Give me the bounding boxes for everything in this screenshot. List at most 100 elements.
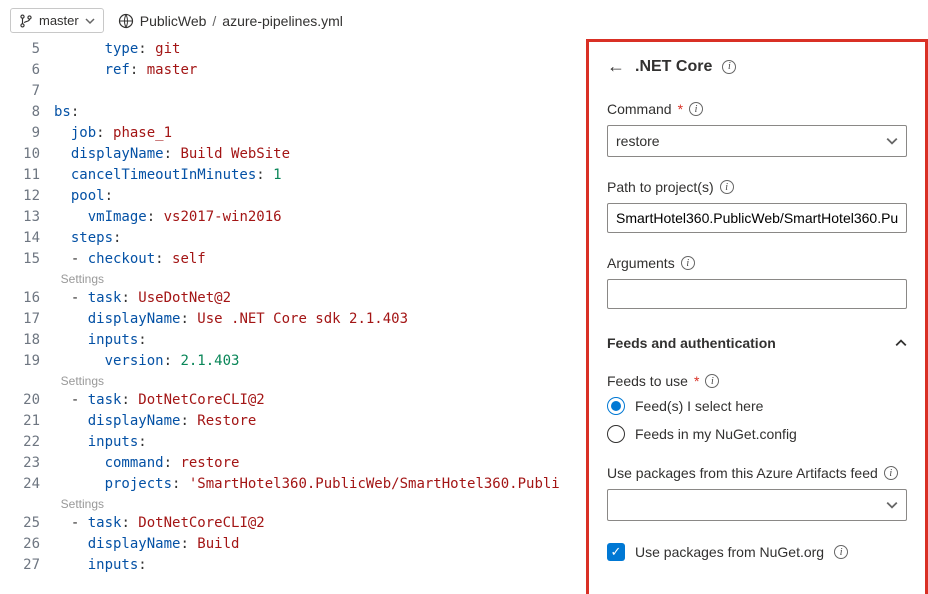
nuget-org-label: Use packages from NuGet.org xyxy=(635,544,824,560)
code-content: command: restore xyxy=(54,453,586,474)
code-content: vmImage: vs2017-win2016 xyxy=(54,207,586,228)
line-number: 13 xyxy=(0,207,54,228)
feed-option-nuget-config[interactable]: Feeds in my NuGet.config xyxy=(607,425,907,443)
code-content: ref: master xyxy=(54,60,586,81)
artifacts-select[interactable] xyxy=(607,489,907,521)
code-content: type: git xyxy=(54,39,586,60)
panel-title: .NET Core xyxy=(635,58,712,76)
code-line: 9 job: phase_1 xyxy=(0,123,586,144)
code-content: displayName: Build xyxy=(54,534,586,555)
radio-icon xyxy=(607,397,625,415)
info-icon[interactable]: i xyxy=(884,466,898,480)
line-number: 17 xyxy=(0,309,54,330)
line-number: 14 xyxy=(0,228,54,249)
line-number: 26 xyxy=(0,534,54,555)
breadcrumb: PublicWeb / azure-pipelines.yml xyxy=(118,13,343,29)
code-line: 17 displayName: Use .NET Core sdk 2.1.40… xyxy=(0,309,586,330)
code-line: 26 displayName: Build xyxy=(0,534,586,555)
line-number: 18 xyxy=(0,330,54,351)
info-icon[interactable]: i xyxy=(681,256,695,270)
code-content: inputs: xyxy=(54,432,586,453)
code-content: steps: xyxy=(54,228,586,249)
breadcrumb-file[interactable]: azure-pipelines.yml xyxy=(222,13,343,29)
line-number: 9 xyxy=(0,123,54,144)
code-line: 8bs: xyxy=(0,102,586,123)
path-label: Path to project(s) xyxy=(607,179,714,195)
feed-option-select-here[interactable]: Feed(s) I select here xyxy=(607,397,907,415)
chevron-down-icon xyxy=(886,135,898,147)
code-content: inputs: xyxy=(54,330,586,351)
branch-name: master xyxy=(39,13,79,28)
line-number: 16 xyxy=(0,288,54,309)
task-panel: ← .NET Core i Command * i restore xyxy=(586,39,928,594)
artifacts-label: Use packages from this Azure Artifacts f… xyxy=(607,465,878,481)
code-content: - task: DotNetCoreCLI@2 xyxy=(54,390,586,411)
arguments-input[interactable] xyxy=(607,279,907,309)
info-icon[interactable]: i xyxy=(720,180,734,194)
settings-codelens[interactable]: Settings xyxy=(0,495,586,513)
code-line: 22 inputs: xyxy=(0,432,586,453)
line-number: 25 xyxy=(0,513,54,534)
line-number: 27 xyxy=(0,555,54,576)
radio-icon xyxy=(607,425,625,443)
chevron-down-icon xyxy=(886,499,898,511)
code-content: - task: DotNetCoreCLI@2 xyxy=(54,513,586,534)
code-line: 14 steps: xyxy=(0,228,586,249)
code-line: 25 - task: DotNetCoreCLI@2 xyxy=(0,513,586,534)
info-icon[interactable]: i xyxy=(722,60,736,74)
breadcrumb-root[interactable]: PublicWeb xyxy=(140,13,207,29)
code-line: 20 - task: DotNetCoreCLI@2 xyxy=(0,390,586,411)
code-editor[interactable]: 5 type: git6 ref: master78bs:9 job: phas… xyxy=(0,39,586,594)
settings-codelens[interactable]: Settings xyxy=(0,372,586,390)
code-line: 16 - task: UseDotNet@2 xyxy=(0,288,586,309)
command-value: restore xyxy=(616,133,660,149)
code-line: 5 type: git xyxy=(0,39,586,60)
command-select[interactable]: restore xyxy=(607,125,907,157)
code-content: - task: UseDotNet@2 xyxy=(54,288,586,309)
repo-icon xyxy=(118,13,134,29)
chevron-down-icon xyxy=(85,16,95,26)
line-number: 10 xyxy=(0,144,54,165)
settings-codelens[interactable]: Settings xyxy=(0,270,586,288)
branch-icon xyxy=(19,14,33,28)
command-label: Command xyxy=(607,101,672,117)
code-line: 13 vmImage: vs2017-win2016 xyxy=(0,207,586,228)
code-content: job: phase_1 xyxy=(54,123,586,144)
checkbox-checked-icon: ✓ xyxy=(607,543,625,561)
line-number: 21 xyxy=(0,411,54,432)
line-number: 11 xyxy=(0,165,54,186)
info-icon[interactable]: i xyxy=(705,374,719,388)
code-line: 12 pool: xyxy=(0,186,586,207)
code-content: displayName: Build WebSite xyxy=(54,144,586,165)
code-content: projects: 'SmartHotel360.PublicWeb/Smart… xyxy=(54,474,586,495)
code-line: 7 xyxy=(0,81,586,102)
info-icon[interactable]: i xyxy=(834,545,848,559)
code-content: - checkout: self xyxy=(54,249,586,270)
code-content: cancelTimeoutInMinutes: 1 xyxy=(54,165,586,186)
code-content: displayName: Use .NET Core sdk 2.1.403 xyxy=(54,309,586,330)
code-content xyxy=(54,81,586,102)
code-content: Settings xyxy=(54,495,586,513)
feeds-label: Feeds to use xyxy=(607,373,688,389)
line-number: 12 xyxy=(0,186,54,207)
code-content: version: 2.1.403 xyxy=(54,351,586,372)
required-mark: * xyxy=(678,101,683,117)
line-number xyxy=(0,495,54,513)
feeds-section-title: Feeds and authentication xyxy=(607,335,776,351)
required-mark: * xyxy=(694,373,699,389)
line-number xyxy=(0,270,54,288)
code-line: 15 - checkout: self xyxy=(0,249,586,270)
code-content: displayName: Restore xyxy=(54,411,586,432)
info-icon[interactable]: i xyxy=(689,102,703,116)
code-line: 19 version: 2.1.403 xyxy=(0,351,586,372)
nuget-org-checkbox[interactable]: ✓ Use packages from NuGet.org i xyxy=(607,543,907,561)
line-number: 23 xyxy=(0,453,54,474)
line-number: 20 xyxy=(0,390,54,411)
back-arrow-icon[interactable]: ← xyxy=(607,56,625,77)
path-input[interactable] xyxy=(607,203,907,233)
branch-selector[interactable]: master xyxy=(10,8,104,33)
feeds-section-toggle[interactable]: Feeds and authentication xyxy=(607,331,907,355)
line-number: 6 xyxy=(0,60,54,81)
arguments-label: Arguments xyxy=(607,255,675,271)
code-line: 23 command: restore xyxy=(0,453,586,474)
